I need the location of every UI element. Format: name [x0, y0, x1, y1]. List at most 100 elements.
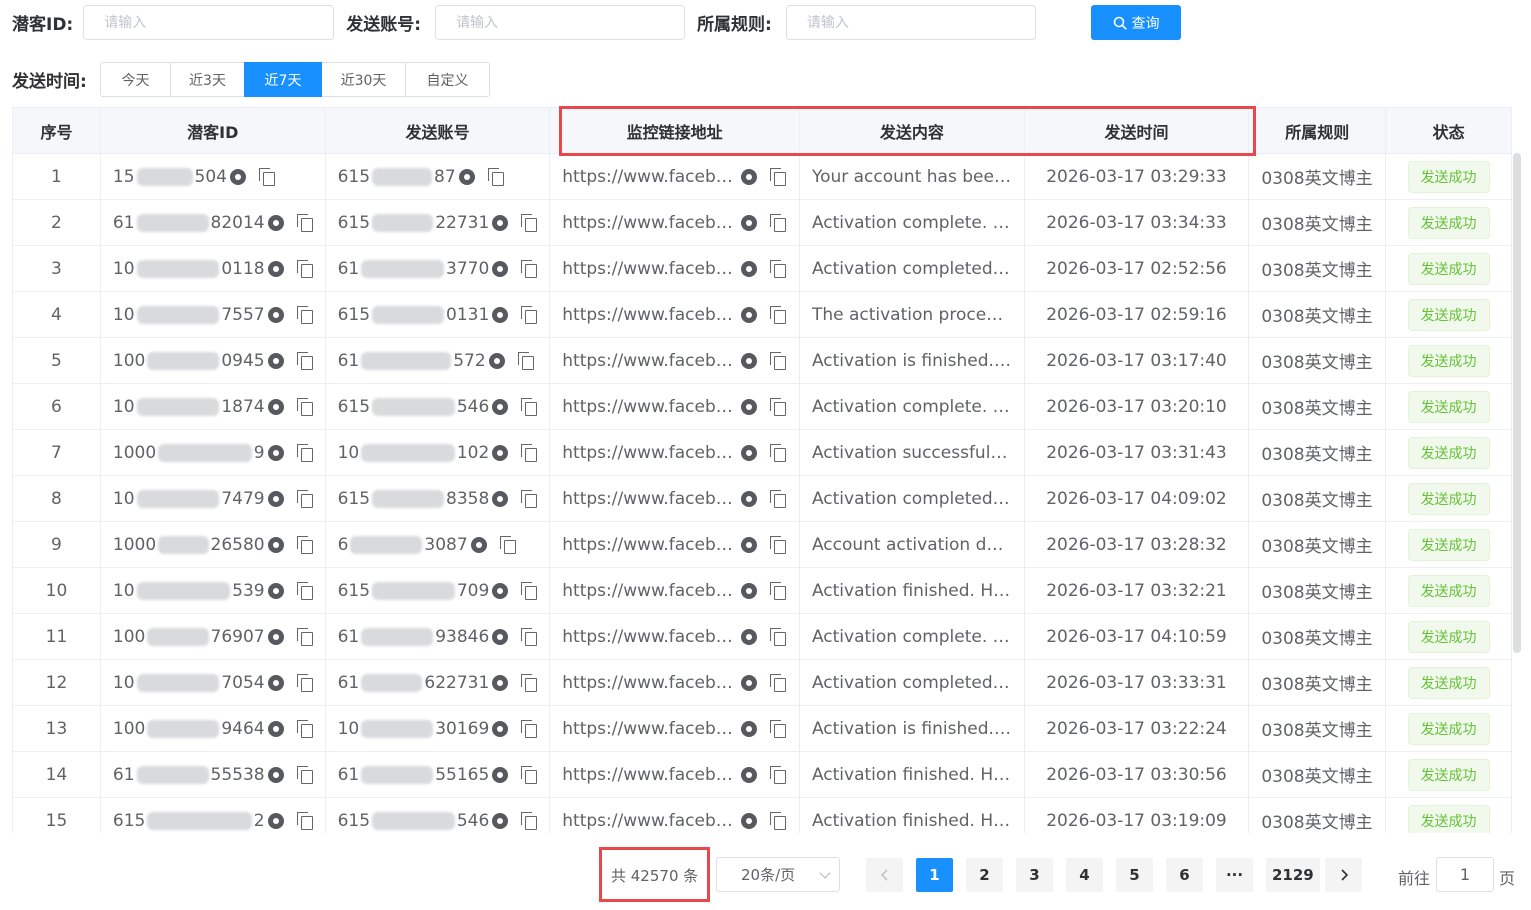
copy-icon[interactable]	[296, 489, 313, 508]
copy-icon[interactable]	[770, 673, 787, 692]
chrome-icon[interactable]	[230, 168, 246, 185]
goto-page-input[interactable]	[1436, 857, 1494, 892]
chrome-icon[interactable]	[267, 444, 284, 461]
range-custom-button[interactable]: 自定义	[405, 62, 490, 97]
chrome-icon[interactable]	[267, 674, 284, 691]
copy-icon[interactable]	[296, 627, 313, 646]
chrome-icon[interactable]	[267, 536, 284, 553]
rule-input[interactable]	[785, 5, 1036, 40]
copy-icon[interactable]	[521, 489, 538, 508]
chrome-icon[interactable]	[492, 812, 509, 829]
chrome-icon[interactable]	[741, 536, 758, 553]
copy-icon[interactable]	[770, 489, 787, 508]
monitor-link[interactable]: https://www.facebook.com/	[562, 535, 738, 555]
copy-icon[interactable]	[296, 535, 313, 554]
copy-icon[interactable]	[770, 305, 787, 324]
chrome-icon[interactable]	[492, 766, 509, 783]
chrome-icon[interactable]	[492, 490, 509, 507]
sender-account-input[interactable]	[435, 5, 686, 40]
chrome-icon[interactable]	[741, 214, 758, 231]
chrome-icon[interactable]	[741, 306, 758, 323]
copy-icon[interactable]	[499, 535, 516, 554]
monitor-link[interactable]: https://www.facebook.com/	[562, 305, 738, 325]
chrome-icon[interactable]	[492, 260, 509, 277]
page-button-4[interactable]: 4	[1066, 858, 1103, 892]
monitor-link[interactable]: https://www.facebook.com/	[562, 167, 738, 187]
page-button-5[interactable]: 5	[1116, 858, 1153, 892]
copy-icon[interactable]	[296, 811, 313, 830]
chrome-icon[interactable]	[267, 628, 284, 645]
copy-icon[interactable]	[521, 673, 538, 692]
chrome-icon[interactable]	[741, 674, 758, 691]
range-30days-button[interactable]: 近30天	[321, 62, 406, 97]
copy-icon[interactable]	[770, 719, 787, 738]
chrome-icon[interactable]	[741, 720, 758, 737]
monitor-link[interactable]: https://www.facebook.com/	[562, 581, 738, 601]
chrome-icon[interactable]	[492, 306, 509, 323]
copy-icon[interactable]	[296, 397, 313, 416]
copy-icon[interactable]	[296, 259, 313, 278]
page-button-2[interactable]: 2	[966, 858, 1003, 892]
copy-icon[interactable]	[770, 535, 787, 554]
copy-icon[interactable]	[770, 581, 787, 600]
page-button-last[interactable]: 2129	[1266, 858, 1320, 892]
copy-icon[interactable]	[770, 765, 787, 784]
page-button-3[interactable]: 3	[1016, 858, 1053, 892]
copy-icon[interactable]	[521, 259, 538, 278]
copy-icon[interactable]	[770, 167, 787, 186]
copy-icon[interactable]	[259, 167, 275, 186]
copy-icon[interactable]	[296, 719, 313, 738]
chrome-icon[interactable]	[492, 398, 509, 415]
copy-icon[interactable]	[521, 719, 538, 738]
chrome-icon[interactable]	[741, 444, 758, 461]
copy-icon[interactable]	[770, 811, 787, 830]
copy-icon[interactable]	[521, 443, 538, 462]
copy-icon[interactable]	[521, 213, 538, 232]
monitor-link[interactable]: https://www.facebook.com/	[562, 351, 738, 371]
page-button-1[interactable]: 1	[916, 858, 953, 892]
chrome-icon[interactable]	[267, 214, 284, 231]
chrome-icon[interactable]	[470, 536, 487, 553]
chrome-icon[interactable]	[492, 214, 509, 231]
page-button-6[interactable]: 6	[1166, 858, 1203, 892]
chrome-icon[interactable]	[741, 812, 758, 829]
chrome-icon[interactable]	[741, 168, 758, 185]
monitor-link[interactable]: https://www.facebook.com/	[562, 397, 738, 417]
copy-icon[interactable]	[521, 765, 538, 784]
copy-icon[interactable]	[296, 443, 313, 462]
chrome-icon[interactable]	[741, 766, 758, 783]
monitor-link[interactable]: https://www.facebook.com/	[562, 673, 738, 693]
copy-icon[interactable]	[487, 167, 504, 186]
chrome-icon[interactable]	[492, 444, 509, 461]
chrome-icon[interactable]	[741, 582, 758, 599]
more-pages-button[interactable]: ···	[1216, 858, 1253, 892]
monitor-link[interactable]: https://www.facebook.com/	[562, 259, 738, 279]
chrome-icon[interactable]	[492, 674, 509, 691]
copy-icon[interactable]	[521, 397, 538, 416]
copy-icon[interactable]	[770, 397, 787, 416]
monitor-link[interactable]: https://www.facebook.com/	[562, 489, 738, 509]
range-7days-button[interactable]: 近7天	[244, 62, 322, 97]
copy-icon[interactable]	[521, 581, 538, 600]
chrome-icon[interactable]	[267, 398, 284, 415]
chrome-icon[interactable]	[267, 812, 284, 829]
monitor-link[interactable]: https://www.facebook.com/	[562, 765, 738, 785]
copy-icon[interactable]	[770, 259, 787, 278]
chrome-icon[interactable]	[267, 490, 284, 507]
chrome-icon[interactable]	[267, 352, 284, 369]
copy-icon[interactable]	[521, 627, 538, 646]
range-today-button[interactable]: 今天	[100, 62, 171, 97]
lead-id-input[interactable]	[83, 5, 335, 40]
copy-icon[interactable]	[296, 305, 313, 324]
chrome-icon[interactable]	[267, 260, 284, 277]
chrome-icon[interactable]	[741, 260, 758, 277]
copy-icon[interactable]	[521, 305, 538, 324]
chrome-icon[interactable]	[458, 168, 475, 185]
monitor-link[interactable]: https://www.facebook.com/	[562, 627, 738, 647]
range-3days-button[interactable]: 近3天	[170, 62, 245, 97]
chrome-icon[interactable]	[741, 352, 758, 369]
copy-icon[interactable]	[296, 673, 313, 692]
chrome-icon[interactable]	[267, 766, 284, 783]
chrome-icon[interactable]	[741, 398, 758, 415]
query-button[interactable]: 查询	[1091, 5, 1181, 40]
